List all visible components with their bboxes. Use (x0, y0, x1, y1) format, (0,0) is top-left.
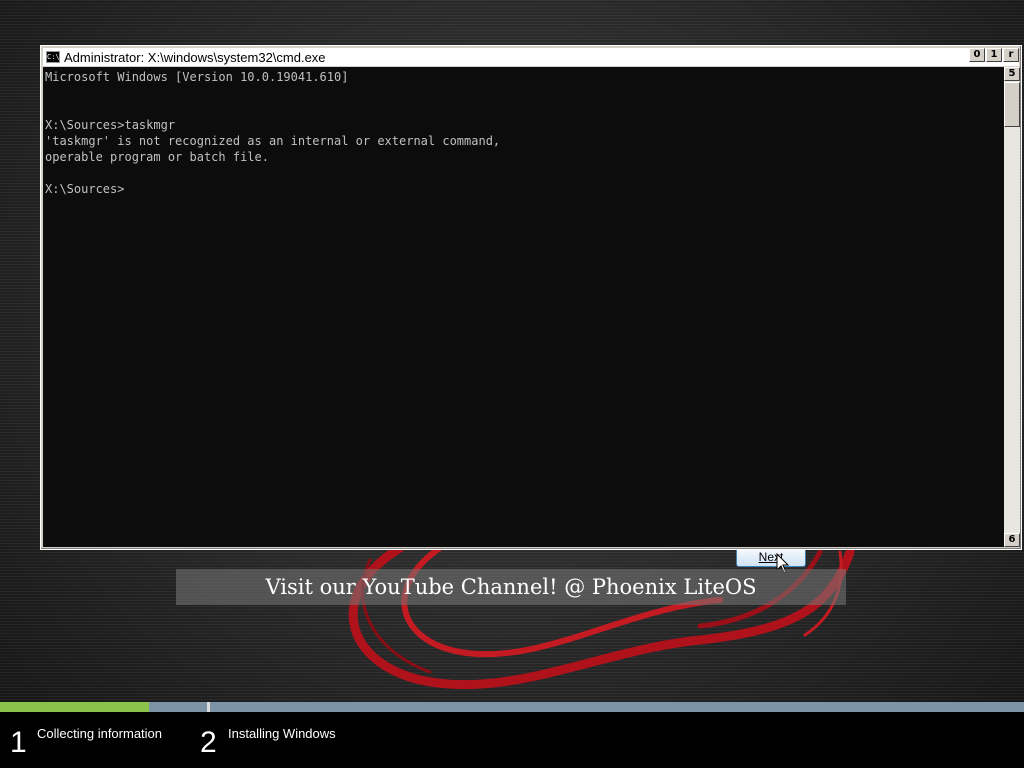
vertical-scrollbar[interactable]: 5 6 (1004, 67, 1020, 547)
window-title: Administrator: X:\windows\system32\cmd.e… (64, 49, 326, 65)
next-button[interactable]: Next (736, 550, 806, 567)
console-text: Microsoft Windows [Version 10.0.19041.61… (43, 67, 1004, 199)
scroll-up-button[interactable]: 5 (1004, 67, 1020, 81)
step-label: Collecting information (37, 726, 163, 741)
youtube-banner: Visit our YouTube Channel! @ Phoenix Lit… (176, 569, 846, 605)
window-controls: 0 1 r (969, 48, 1019, 62)
console-output[interactable]: Microsoft Windows [Version 10.0.19041.61… (43, 67, 1004, 547)
console-line: Microsoft Windows [Version 10.0.19041.61… (45, 70, 349, 84)
console-prompt: X:\Sources> (45, 182, 125, 196)
scroll-down-button[interactable]: 6 (1004, 533, 1020, 547)
maximize-button[interactable]: 1 (986, 48, 1002, 62)
close-button[interactable]: r (1003, 48, 1019, 62)
setup-progress-bar (0, 702, 1024, 712)
cmd-icon[interactable]: C:\ (46, 51, 60, 63)
progress-fill (0, 702, 150, 712)
console-line: 'taskmgr' is not recognized as an intern… (45, 134, 501, 148)
title-bar[interactable]: C:\ Administrator: X:\windows\system32\c… (43, 48, 1019, 66)
step-number: 1 (10, 726, 27, 759)
cmd-window[interactable]: C:\ Administrator: X:\windows\system32\c… (40, 45, 1022, 550)
step-label: Installing Windows (228, 726, 336, 741)
progress-segment-collecting (0, 702, 207, 712)
console-line: X:\Sources>taskmgr (45, 118, 176, 132)
progress-segment-installing (210, 702, 1024, 712)
setup-steps-bar: 1 Collecting information 2 Installing Wi… (0, 712, 1024, 768)
minimize-button[interactable]: 0 (969, 48, 985, 62)
scroll-thumb[interactable] (1004, 82, 1020, 127)
step-number: 2 (200, 726, 217, 759)
console-line: operable program or batch file. (45, 150, 269, 164)
